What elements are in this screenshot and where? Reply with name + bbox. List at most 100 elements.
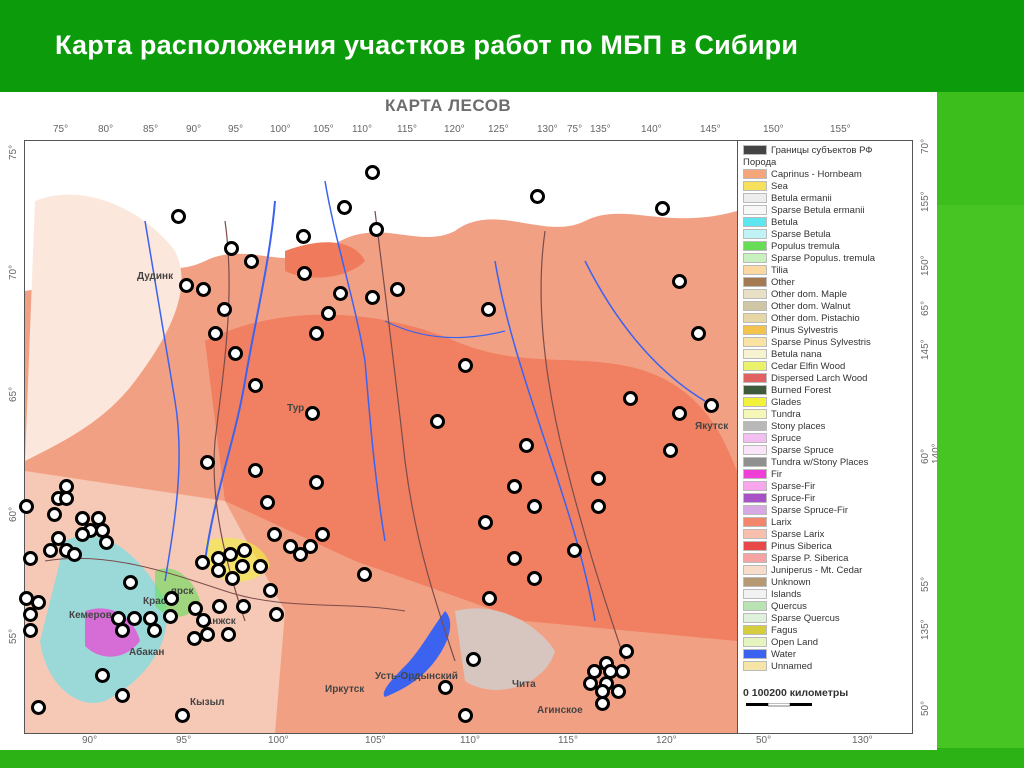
work-site-marker[interactable] (236, 599, 251, 614)
work-site-marker[interactable] (196, 613, 211, 628)
legend-item: Pinus Siberica (743, 541, 832, 552)
work-site-marker[interactable] (591, 471, 606, 486)
work-site-marker[interactable] (704, 398, 719, 413)
work-site-marker[interactable] (567, 543, 582, 558)
work-site-marker[interactable] (175, 708, 190, 723)
work-site-marker[interactable] (527, 499, 542, 514)
work-site-marker[interactable] (23, 623, 38, 638)
work-site-marker[interactable] (591, 499, 606, 514)
work-site-marker[interactable] (507, 479, 522, 494)
work-site-marker[interactable] (458, 358, 473, 373)
work-site-marker[interactable] (438, 680, 453, 695)
work-site-marker[interactable] (595, 696, 610, 711)
work-site-marker[interactable] (672, 274, 687, 289)
work-site-marker[interactable] (481, 302, 496, 317)
work-site-marker[interactable] (530, 189, 545, 204)
work-site-marker[interactable] (244, 254, 259, 269)
work-site-marker[interactable] (217, 302, 232, 317)
work-site-marker[interactable] (615, 664, 630, 679)
work-site-marker[interactable] (321, 306, 336, 321)
work-site-marker[interactable] (293, 547, 308, 562)
legend-swatch (743, 517, 767, 528)
work-site-marker[interactable] (248, 378, 263, 393)
work-site-marker[interactable] (309, 326, 324, 341)
work-site-marker[interactable] (171, 209, 186, 224)
legend-label: Tundra (771, 409, 801, 420)
work-site-marker[interactable] (507, 551, 522, 566)
work-site-marker[interactable] (315, 527, 330, 542)
top-degree-label: 135° (590, 124, 611, 135)
work-site-marker[interactable] (212, 599, 227, 614)
work-site-marker[interactable] (333, 286, 348, 301)
work-site-marker[interactable] (482, 591, 497, 606)
work-site-marker[interactable] (237, 543, 252, 558)
work-site-marker[interactable] (23, 607, 38, 622)
work-site-marker[interactable] (75, 527, 90, 542)
city-label: Дудинк (137, 271, 174, 282)
work-site-marker[interactable] (95, 668, 110, 683)
work-site-marker[interactable] (221, 627, 236, 642)
work-site-marker[interactable] (179, 278, 194, 293)
work-site-marker[interactable] (365, 165, 380, 180)
work-site-marker[interactable] (208, 326, 223, 341)
work-site-marker[interactable] (296, 229, 311, 244)
work-site-marker[interactable] (164, 591, 179, 606)
work-site-marker[interactable] (253, 559, 268, 574)
work-site-marker[interactable] (267, 527, 282, 542)
work-site-marker[interactable] (430, 414, 445, 429)
work-site-marker[interactable] (519, 438, 534, 453)
work-site-marker[interactable] (200, 627, 215, 642)
work-site-marker[interactable] (31, 700, 46, 715)
work-site-marker[interactable] (47, 507, 62, 522)
legend-item: Caprinus - Hornbeam (743, 169, 862, 180)
legend-swatch (743, 553, 767, 564)
work-site-marker[interactable] (390, 282, 405, 297)
legend-label: Sparse Larix (771, 529, 825, 540)
work-site-marker[interactable] (225, 571, 240, 586)
work-site-marker[interactable] (260, 495, 275, 510)
work-site-marker[interactable] (211, 563, 226, 578)
work-site-marker[interactable] (99, 535, 114, 550)
work-site-marker[interactable] (163, 609, 178, 624)
work-site-marker[interactable] (263, 583, 278, 598)
city-label: Кемеров (69, 610, 112, 621)
work-site-marker[interactable] (672, 406, 687, 421)
work-site-marker[interactable] (23, 551, 38, 566)
work-site-marker[interactable] (195, 555, 210, 570)
work-site-marker[interactable] (623, 391, 638, 406)
work-site-marker[interactable] (466, 652, 481, 667)
work-site-marker[interactable] (59, 491, 74, 506)
work-site-marker[interactable] (309, 475, 324, 490)
work-site-marker[interactable] (147, 623, 162, 638)
top-degree-label: 75° (53, 124, 69, 135)
work-site-marker[interactable] (357, 567, 372, 582)
work-site-marker[interactable] (478, 515, 493, 530)
work-site-marker[interactable] (369, 222, 384, 237)
work-site-marker[interactable] (43, 543, 58, 558)
work-site-marker[interactable] (19, 499, 34, 514)
work-site-marker[interactable] (663, 443, 678, 458)
work-site-marker[interactable] (228, 346, 243, 361)
work-site-marker[interactable] (200, 455, 215, 470)
work-site-marker[interactable] (655, 201, 670, 216)
work-site-marker[interactable] (305, 406, 320, 421)
work-site-marker[interactable] (297, 266, 312, 281)
work-site-marker[interactable] (691, 326, 706, 341)
work-site-marker[interactable] (611, 684, 626, 699)
legend-swatch (743, 421, 767, 432)
work-site-marker[interactable] (458, 708, 473, 723)
work-site-marker[interactable] (123, 575, 138, 590)
work-site-marker[interactable] (196, 282, 211, 297)
work-site-marker[interactable] (127, 611, 142, 626)
work-site-marker[interactable] (337, 200, 352, 215)
work-site-marker[interactable] (115, 688, 130, 703)
work-site-marker[interactable] (527, 571, 542, 586)
work-site-marker[interactable] (248, 463, 263, 478)
work-site-marker[interactable] (115, 623, 130, 638)
legend-swatch (743, 169, 767, 180)
work-site-marker[interactable] (269, 607, 284, 622)
work-site-marker[interactable] (619, 644, 634, 659)
work-site-marker[interactable] (67, 547, 82, 562)
work-site-marker[interactable] (224, 241, 239, 256)
work-site-marker[interactable] (365, 290, 380, 305)
